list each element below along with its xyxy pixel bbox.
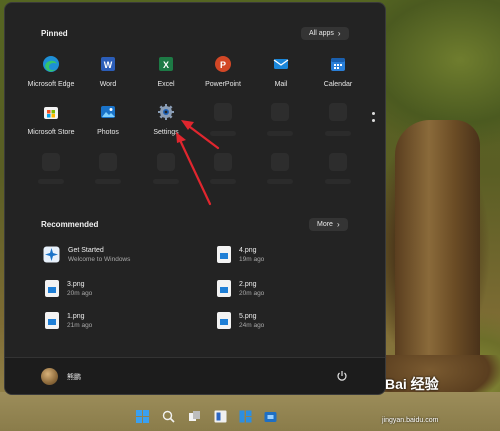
recommended-item[interactable]: Get Started Welcome to Windows [43,246,130,263]
pinned-app-word[interactable]: W Word [76,55,140,88]
word-icon: W [99,55,117,73]
gear-icon [157,103,175,121]
pinned-placeholder-label [210,131,236,136]
mail-icon [272,55,290,73]
page-dot [372,119,375,122]
snap-layouts-icon[interactable] [238,409,252,423]
search-icon[interactable] [161,409,175,423]
pinned-placeholder-label [210,179,236,184]
pinned-placeholder-label [267,131,293,136]
pinned-app-edge[interactable]: Microsoft Edge [19,55,83,88]
more-label: More [317,221,333,228]
avatar[interactable] [41,368,58,385]
recommended-item[interactable]: 2.png 20m ago [217,280,264,297]
pinned-placeholder [329,153,347,171]
pinned-placeholder [157,153,175,171]
pinned-app-settings[interactable]: Settings [134,103,198,136]
pinned-app-powerpoint[interactable]: P PowerPoint [191,55,255,88]
pinned-placeholder [42,153,60,171]
recommended-item[interactable]: 3.png 20m ago [45,280,92,297]
edge-icon [42,55,60,73]
watermark-url: jingyan.baidu.com [382,417,439,424]
watermark-logo: Bai 经验 [385,376,439,392]
pinned-placeholder-label [38,179,64,184]
pinned-placeholder [271,153,289,171]
svg-text:X: X [163,60,169,70]
pinned-app-calendar[interactable]: Calendar [306,55,370,88]
pinned-placeholder-label [95,179,121,184]
image-file-icon [45,312,59,329]
more-button[interactable]: More › [309,218,348,231]
pinned-placeholder [271,103,289,121]
excel-icon: X [157,55,175,73]
pinned-placeholder [214,153,232,171]
pinned-app-photos[interactable]: Photos [76,103,140,136]
page-indicator[interactable] [372,112,375,122]
power-icon[interactable] [335,369,349,383]
image-file-icon [217,280,231,297]
pinned-title: Pinned [41,29,68,38]
start-menu: Pinned All apps › Microsoft Edge W Word … [4,2,386,395]
windows-start-icon[interactable] [135,409,149,423]
image-file-icon [45,280,59,297]
store-icon[interactable] [263,409,277,423]
pinned-placeholder-label [153,179,179,184]
user-name[interactable]: 熊鹏 [67,372,81,382]
recommended-title: Recommended [41,220,99,229]
powerpoint-icon: P [214,55,232,73]
start-footer: 熊鹏 [5,357,385,394]
pinned-placeholder [99,153,117,171]
pinned-placeholder-label [267,179,293,184]
store-icon [42,103,60,121]
chevron-right-icon: › [336,220,340,229]
recommended-item[interactable]: 5.png 24m ago [217,312,264,329]
svg-text:W: W [104,60,113,70]
all-apps-label: All apps [309,30,334,37]
image-file-icon [217,312,231,329]
pinned-placeholder [329,103,347,121]
get-started-icon [43,246,60,263]
pinned-app-excel[interactable]: X Excel [134,55,198,88]
all-apps-button[interactable]: All apps › [301,27,349,40]
tree-trunk [395,120,480,390]
widgets-icon[interactable] [213,409,227,423]
chevron-right-icon: › [337,29,341,38]
svg-text:P: P [220,60,226,70]
pinned-placeholder-label [325,179,351,184]
pinned-app-mail[interactable]: Mail [249,55,313,88]
recommended-item[interactable]: 4.png 19m ago [217,246,264,263]
task-view-icon[interactable] [187,409,201,423]
pinned-app-store[interactable]: Microsoft Store [19,103,83,136]
page-dot [372,112,375,115]
recommended-item[interactable]: 1.png 21m ago [45,312,92,329]
photos-icon [99,103,117,121]
pinned-placeholder [214,103,232,121]
pinned-placeholder-label [325,131,351,136]
image-file-icon [217,246,231,263]
calendar-icon [329,55,347,73]
